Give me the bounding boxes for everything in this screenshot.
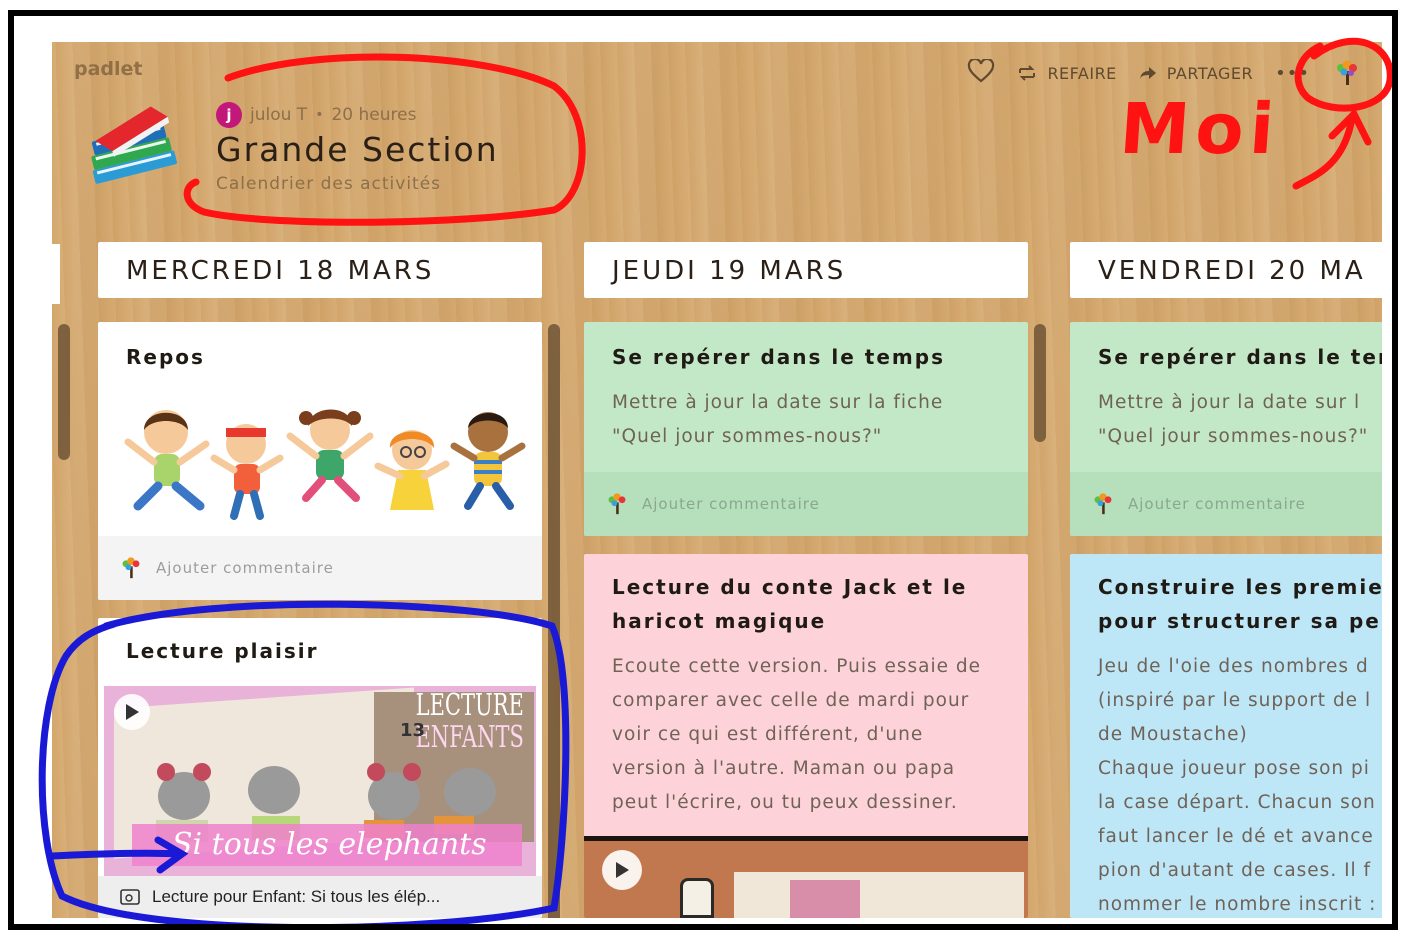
post-title: Repos xyxy=(126,345,205,369)
page-number: 13 xyxy=(400,720,426,741)
author-avatar[interactable]: j xyxy=(216,102,242,128)
redo-button[interactable]: REFAIRE xyxy=(1017,64,1116,83)
video-title-banner: Si tous les elephants xyxy=(132,824,522,866)
separator-dot: • xyxy=(315,107,324,123)
video-link-bar[interactable]: Lecture pour Enfant: Si tous les élép... xyxy=(98,876,542,918)
post-card-se-reperer[interactable]: Se repérer dans le temps Mettre à jour l… xyxy=(584,322,1028,536)
book-window-illustration xyxy=(680,878,714,918)
share-label: PARTAGER xyxy=(1166,63,1254,83)
video-thumbnail[interactable] xyxy=(584,836,1028,918)
add-comment-bar[interactable]: Ajouter commentaire xyxy=(98,536,542,600)
screenshot-frame: padlet j julou T • 20 heures Grande Sect… xyxy=(8,10,1398,930)
annotation-moi: Moi xyxy=(1117,88,1283,170)
column-header-wednesday[interactable]: MERCREDI 18 MARS xyxy=(98,242,542,298)
add-comment-bar[interactable]: Ajouter commentaire xyxy=(1070,472,1382,536)
video-caption: LECTURE ENFANTS xyxy=(415,688,524,755)
add-comment-placeholder: Ajouter commentaire xyxy=(1128,495,1306,513)
padlet-wall: padlet j julou T • 20 heures Grande Sect… xyxy=(52,42,1382,918)
heart-icon[interactable] xyxy=(967,57,995,87)
play-icon xyxy=(616,862,629,878)
post-card-lecture-plaisir[interactable]: Lecture plaisir LECTURE ENFANTS 13 Si to… xyxy=(98,618,542,918)
more-options-icon[interactable]: ••• xyxy=(1275,63,1310,84)
children-jumping-illustration xyxy=(124,409,526,520)
post-card-construire[interactable]: Construire les premier pour structurer s… xyxy=(1070,554,1382,918)
play-button[interactable] xyxy=(602,850,642,890)
play-button[interactable] xyxy=(114,694,150,730)
column-header-friday[interactable]: VENDREDI 20 MA xyxy=(1070,242,1382,298)
page-subtitle: Calendrier des activités xyxy=(216,174,442,194)
user-avatar-tree-icon xyxy=(608,493,626,515)
user-avatar-tree-icon xyxy=(122,557,140,579)
post-card-repos[interactable]: Repos Ajouter commentaire xyxy=(98,322,542,600)
post-body: Jeu de l'oie des nombres d (inspiré par … xyxy=(1098,656,1377,915)
time-ago: 20 heures xyxy=(331,105,417,125)
column-scrollbar[interactable] xyxy=(58,324,70,460)
user-avatar-tree-icon[interactable] xyxy=(1332,58,1362,88)
post-title: Se repérer dans le temps xyxy=(612,345,945,369)
post-title: Se repérer dans le ten xyxy=(1098,345,1382,369)
column-scrollbar[interactable] xyxy=(548,324,560,918)
video-link-icon xyxy=(120,889,140,905)
redo-icon xyxy=(1019,65,1036,81)
post-title: Lecture du conte Jack et le haricot magi… xyxy=(612,575,968,633)
add-comment-placeholder: Ajouter commentaire xyxy=(642,495,820,513)
page-title: Grande Section xyxy=(216,130,499,169)
books-icon xyxy=(91,106,177,184)
column-scrollbar[interactable] xyxy=(1034,324,1046,442)
author-name[interactable]: julou T xyxy=(250,105,307,125)
padlet-logo[interactable]: padlet xyxy=(74,58,143,80)
post-author-row: j julou T • 20 heures xyxy=(216,102,416,128)
column-header-thursday[interactable]: JEUDI 19 MARS xyxy=(584,242,1028,298)
redo-label: REFAIRE xyxy=(1047,63,1117,83)
book-page xyxy=(734,872,1024,918)
add-comment-bar[interactable]: Ajouter commentaire xyxy=(584,472,1028,536)
post-body: Mettre à jour la date sur l "Quel jour s… xyxy=(1098,392,1369,447)
video-thumbnail[interactable]: LECTURE ENFANTS 13 Si tous les elephants xyxy=(104,686,536,880)
video-link-title: Lecture pour Enfant: Si tous les élép... xyxy=(152,887,441,906)
user-avatar-tree-icon xyxy=(1094,493,1112,515)
share-arrow-icon xyxy=(1139,67,1156,79)
post-card-lecture-conte[interactable]: Lecture du conte Jack et le haricot magi… xyxy=(584,554,1028,918)
post-title: Construire les premier pour structurer s… xyxy=(1098,575,1382,633)
add-comment-placeholder: Ajouter commentaire xyxy=(156,559,334,577)
post-body: Ecoute cette version. Puis essaie de com… xyxy=(612,656,981,813)
post-body: Mettre à jour la date sur la fiche "Quel… xyxy=(612,392,944,447)
previous-column-edge xyxy=(52,244,60,304)
share-button[interactable]: PARTAGER xyxy=(1139,64,1253,83)
play-icon xyxy=(126,704,139,720)
toolbar: REFAIRE PARTAGER ••• xyxy=(967,57,1362,88)
book-illustration xyxy=(790,880,860,918)
post-card-se-reperer-friday[interactable]: Se repérer dans le ten Mettre à jour la … xyxy=(1070,322,1382,536)
post-title: Lecture plaisir xyxy=(126,639,319,663)
